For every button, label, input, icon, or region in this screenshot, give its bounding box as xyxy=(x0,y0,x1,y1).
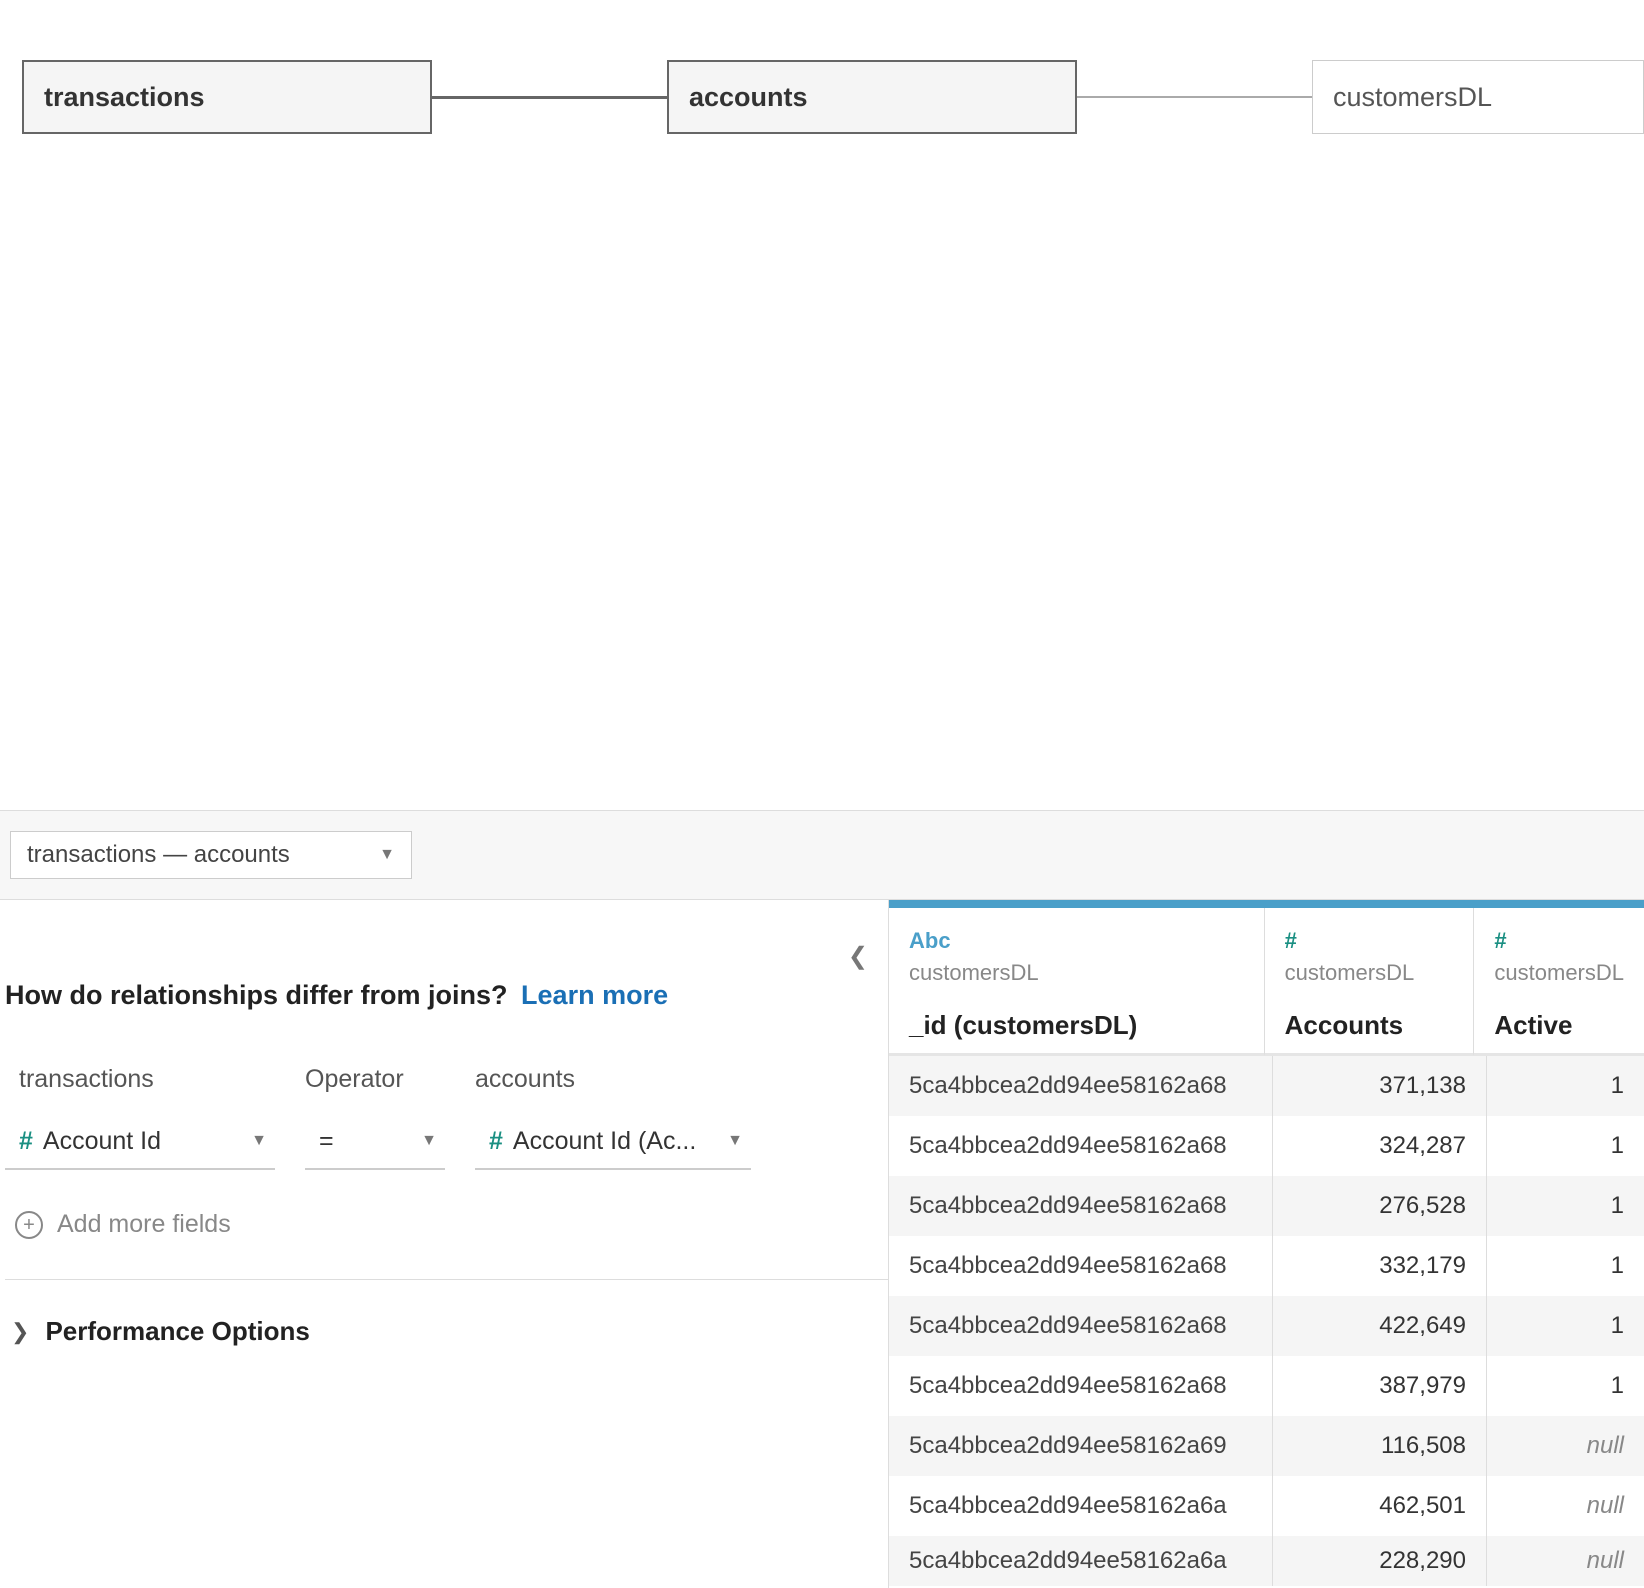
cell-id: 5ca4bbcea2dd94ee58162a6a xyxy=(889,1476,1273,1536)
table-row[interactable]: 5ca4bbcea2dd94ee58162a69116,508 null xyxy=(889,1416,1644,1476)
table-row[interactable]: 5ca4bbcea2dd94ee58162a68371,1381 xyxy=(889,1056,1644,1116)
performance-options-toggle[interactable]: ❯ Performance Options xyxy=(5,1316,888,1347)
add-more-fields-button[interactable]: + Add more fields xyxy=(5,1210,888,1239)
cell-id: 5ca4bbcea2dd94ee58162a68 xyxy=(889,1296,1273,1356)
cell-accounts: 387,979 xyxy=(1273,1356,1487,1416)
column-name: _id (customersDL) xyxy=(909,1010,1244,1041)
data-preview-panel: Abc customersDL _id (customersDL) # cust… xyxy=(888,900,1644,1588)
cell-active: 1 xyxy=(1487,1296,1644,1356)
divider xyxy=(5,1279,888,1280)
table-row[interactable]: 5ca4bbcea2dd94ee58162a68332,1791 xyxy=(889,1236,1644,1296)
relationship-selector-dropdown[interactable]: transactions — accounts ▼ xyxy=(10,831,412,879)
right-field-label: Account Id (Ac... xyxy=(513,1127,717,1156)
cell-accounts: 324,287 xyxy=(1273,1116,1487,1176)
column-header-accounts[interactable]: # customersDL Accounts xyxy=(1265,908,1475,1056)
column-name: Accounts xyxy=(1285,1010,1454,1041)
connector-transactions-accounts[interactable] xyxy=(432,96,667,99)
cell-id: 5ca4bbcea2dd94ee58162a68 xyxy=(889,1236,1273,1296)
left-field-dropdown[interactable]: # Account Id ▼ xyxy=(5,1114,275,1170)
cell-active: 1 xyxy=(1487,1176,1644,1236)
cell-accounts: 332,179 xyxy=(1273,1236,1487,1296)
null-value: null xyxy=(1587,1547,1624,1575)
cell-active: null xyxy=(1487,1476,1644,1536)
cell-id: 5ca4bbcea2dd94ee58162a68 xyxy=(889,1056,1273,1116)
text-type-icon: Abc xyxy=(909,928,1244,954)
connector-accounts-customersdl[interactable] xyxy=(1077,96,1312,98)
cell-active: null xyxy=(1487,1416,1644,1476)
table-row[interactable]: 5ca4bbcea2dd94ee58162a6a228,290 null xyxy=(889,1536,1644,1586)
cell-id: 5ca4bbcea2dd94ee58162a6a xyxy=(889,1536,1273,1586)
mapping-header-right: accounts xyxy=(475,1065,765,1094)
null-value: null xyxy=(1587,1432,1624,1460)
column-source: customersDL xyxy=(1494,960,1624,986)
cell-accounts: 422,649 xyxy=(1273,1296,1487,1356)
table-row[interactable]: 5ca4bbcea2dd94ee58162a68276,5281 xyxy=(889,1176,1644,1236)
chevron-down-icon: ▼ xyxy=(379,846,395,864)
cell-accounts: 228,290 xyxy=(1273,1536,1487,1586)
cell-accounts: 462,501 xyxy=(1273,1476,1487,1536)
null-value: null xyxy=(1587,1492,1624,1520)
cell-id: 5ca4bbcea2dd94ee58162a69 xyxy=(889,1416,1273,1476)
cell-accounts: 276,528 xyxy=(1273,1176,1487,1236)
column-header-active[interactable]: # customersDL Active xyxy=(1474,908,1644,1056)
cell-active: 1 xyxy=(1487,1356,1644,1416)
left-field-label: Account Id xyxy=(43,1127,241,1156)
add-more-fields-label: Add more fields xyxy=(57,1210,231,1239)
cell-id: 5ca4bbcea2dd94ee58162a68 xyxy=(889,1116,1273,1176)
relationships-help-text: How do relationships differ from joins? … xyxy=(5,980,888,1011)
relationship-config-panel: ❮ How do relationships differ from joins… xyxy=(0,900,888,1588)
table-row[interactable]: 5ca4bbcea2dd94ee58162a68422,6491 xyxy=(889,1296,1644,1356)
chevron-down-icon: ▼ xyxy=(251,1132,267,1150)
table-row[interactable]: 5ca4bbcea2dd94ee58162a68387,9791 xyxy=(889,1356,1644,1416)
column-source: customersDL xyxy=(909,960,1244,986)
operator-dropdown[interactable]: = ▼ xyxy=(305,1114,445,1170)
column-name: Active xyxy=(1494,1010,1624,1041)
mapping-header-operator: Operator xyxy=(305,1065,475,1094)
preview-header-row: Abc customersDL _id (customersDL) # cust… xyxy=(889,908,1644,1056)
help-question: How do relationships differ from joins? xyxy=(5,980,508,1010)
relationship-selector-label: transactions — accounts xyxy=(27,841,290,869)
cell-accounts: 116,508 xyxy=(1273,1416,1487,1476)
plus-circle-icon: + xyxy=(15,1211,43,1239)
chevron-right-icon: ❯ xyxy=(11,1319,29,1345)
mapping-header-left: transactions xyxy=(5,1065,305,1094)
cell-active: 1 xyxy=(1487,1116,1644,1176)
right-field-dropdown[interactable]: # Account Id (Ac... ▼ xyxy=(475,1114,751,1170)
number-type-icon: # xyxy=(1494,928,1624,954)
number-type-icon: # xyxy=(19,1127,33,1156)
table-pill-accounts[interactable]: accounts xyxy=(667,60,1077,134)
chevron-down-icon: ▼ xyxy=(727,1132,743,1150)
cell-id: 5ca4bbcea2dd94ee58162a68 xyxy=(889,1176,1273,1236)
number-type-icon: # xyxy=(1285,928,1454,954)
table-pill-customersdl[interactable]: customersDL xyxy=(1312,60,1644,134)
table-pill-transactions[interactable]: transactions xyxy=(22,60,432,134)
column-source: customersDL xyxy=(1285,960,1454,986)
table-row[interactable]: 5ca4bbcea2dd94ee58162a6a462,501 null xyxy=(889,1476,1644,1536)
preview-highlight-bar xyxy=(889,900,1644,908)
collapse-panel-toggle[interactable]: ❮ xyxy=(848,942,868,971)
cell-accounts: 371,138 xyxy=(1273,1056,1487,1116)
cell-active: 1 xyxy=(1487,1236,1644,1296)
operator-label: = xyxy=(319,1127,411,1156)
column-header-id[interactable]: Abc customersDL _id (customersDL) xyxy=(889,908,1265,1056)
preview-rows: 5ca4bbcea2dd94ee58162a68371,13815ca4bbce… xyxy=(889,1056,1644,1586)
performance-options-label: Performance Options xyxy=(45,1316,309,1347)
cell-id: 5ca4bbcea2dd94ee58162a68 xyxy=(889,1356,1273,1416)
cell-active: 1 xyxy=(1487,1056,1644,1116)
number-type-icon: # xyxy=(489,1127,503,1156)
cell-active: null xyxy=(1487,1536,1644,1586)
relationship-bar: transactions — accounts ▼ xyxy=(0,810,1644,900)
data-model-canvas: transactions accounts customersDL xyxy=(0,0,1644,810)
table-row[interactable]: 5ca4bbcea2dd94ee58162a68324,2871 xyxy=(889,1116,1644,1176)
chevron-down-icon: ▼ xyxy=(421,1132,437,1150)
learn-more-link[interactable]: Learn more xyxy=(521,980,668,1010)
